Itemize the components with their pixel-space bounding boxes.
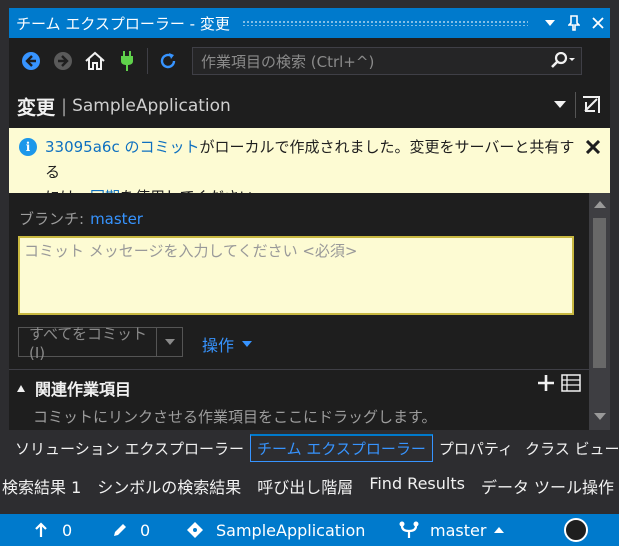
tab-class-view[interactable]: クラス ビュー [519, 434, 619, 462]
section-divider [9, 369, 589, 370]
commit-dropdown-button[interactable] [157, 327, 183, 357]
title-grip[interactable] [241, 20, 528, 26]
tab-call-hierarchy[interactable]: 呼び出し階層 [249, 474, 361, 498]
status-bar: 0 0 SampleApplication master [0, 514, 619, 546]
repo-label: SampleApplication [216, 520, 366, 540]
related-items-title: 関連作業項目 [35, 380, 132, 399]
query-list-icon[interactable] [561, 374, 581, 392]
home-icon [85, 51, 105, 70]
close-icon [585, 139, 601, 155]
scroll-down-icon[interactable] [594, 413, 606, 420]
undock-icon[interactable] [580, 94, 602, 116]
connect-button[interactable] [111, 45, 143, 77]
related-items-actions [537, 374, 581, 392]
unpushed-count: 0 [62, 520, 73, 540]
search-icon [551, 52, 575, 68]
chevron-up-icon [494, 527, 505, 533]
branch-row: ブランチ: master [19, 208, 143, 229]
pending-changes[interactable]: 0 [112, 514, 150, 546]
info-icon: i [19, 138, 37, 156]
commit-link[interactable]: 33095a6c のコミット [45, 138, 199, 156]
branch-label-status: master [430, 520, 487, 540]
branch-icon [399, 521, 419, 538]
actions-label: 操作 [202, 336, 235, 355]
title-separator: | [61, 95, 68, 117]
tab-properties[interactable]: プロパティ [433, 434, 519, 462]
unpushed-commits[interactable]: 0 [34, 514, 72, 546]
tab-search-results[interactable]: 検索結果 1 [0, 474, 89, 498]
window-title-bar: チーム エクスプローラー - 変更 [9, 8, 610, 38]
tab-solution-explorer[interactable]: ソリューション エクスプローラー [9, 434, 250, 462]
output-tabs-row: 検索結果 1 シンボルの検索結果 呼び出し階層 Find Results データ… [0, 474, 619, 498]
chevron-down-icon [242, 341, 253, 347]
add-icon[interactable] [537, 374, 555, 392]
window-menu-button[interactable] [538, 10, 562, 36]
dropdown-icon [545, 20, 555, 26]
notifications-button[interactable] [563, 514, 589, 546]
info-banner: i 33095a6c のコミットがローカルで作成されました。変更をサーバーと共有… [9, 128, 610, 206]
pencil-icon [114, 524, 126, 536]
related-items-description: コミットにリンクさせる作業項目をここにドラッグします。 [33, 408, 437, 426]
scroll-up-icon[interactable] [594, 201, 606, 208]
back-button[interactable] [15, 45, 47, 77]
toolbar: 作業項目の検索 (Ctrl+^) [9, 38, 610, 84]
window-title: チーム エクスプローラー - 変更 [16, 14, 230, 33]
branch-label: ブランチ: [19, 210, 85, 228]
dismiss-notice-button[interactable] [585, 136, 601, 161]
tool-window-tabs: ソリューション エクスプローラー チーム エクスプローラー プロパティ クラス … [0, 430, 619, 466]
arrow-up-icon [35, 522, 47, 537]
refresh-button[interactable] [152, 45, 184, 77]
output-tabs: 検索結果 1 シンボルの検索結果 呼び出し階層 Find Results データ… [0, 466, 619, 510]
close-icon [592, 17, 604, 29]
tab-team-explorer[interactable]: チーム エクスプローラー [250, 434, 433, 462]
search-box[interactable]: 作業項目の検索 (Ctrl+^) [192, 47, 582, 75]
page-menu-icon[interactable] [553, 101, 567, 109]
home-button[interactable] [79, 45, 111, 77]
commit-message-input[interactable]: コミット メッセージを入力してください <必須> [18, 236, 574, 315]
repo-name: SampleApplication [72, 96, 231, 116]
pin-icon [568, 15, 580, 31]
pending-count: 0 [140, 520, 151, 540]
git-icon [187, 522, 203, 538]
search-input[interactable]: 作業項目の検索 (Ctrl+^) [201, 51, 374, 72]
search-button[interactable] [545, 48, 581, 74]
refresh-icon [160, 53, 176, 69]
vertical-scrollbar[interactable] [589, 193, 610, 430]
branch-selector[interactable]: master [398, 514, 505, 546]
branch-link[interactable]: master [90, 210, 143, 228]
changes-panel: ブランチ: master コミット メッセージを入力してください <必須> すべて… [9, 193, 589, 430]
repository-selector[interactable]: SampleApplication [186, 514, 365, 546]
collapse-icon [17, 384, 25, 392]
page-header: 変更 | SampleApplication [9, 84, 610, 128]
close-window-button[interactable] [586, 10, 610, 36]
dropdown-icon [164, 339, 175, 345]
commit-all-button[interactable]: すべてをコミット(I) [18, 325, 157, 362]
scroll-thumb[interactable] [593, 218, 606, 368]
header-actions [553, 92, 602, 118]
header-separator [575, 92, 576, 118]
toolbar-separator [147, 48, 148, 74]
actions-menu[interactable]: 操作 [202, 332, 253, 356]
forward-button[interactable] [47, 45, 79, 77]
tab-symbol-results[interactable]: シンボルの検索結果 [89, 474, 249, 498]
pin-button[interactable] [562, 10, 586, 36]
back-arrow-icon [22, 52, 40, 70]
page-title: 変更 [17, 96, 56, 119]
related-items-header[interactable]: 関連作業項目 [17, 376, 131, 400]
commit-message-placeholder: コミット メッセージを入力してください <必須> [24, 242, 358, 260]
forward-arrow-icon [54, 52, 72, 70]
tab-find-results[interactable]: Find Results [361, 474, 473, 498]
plug-icon [121, 51, 133, 71]
notification-icon [564, 518, 588, 542]
tab-data-tools[interactable]: データ ツール操作 [473, 474, 619, 498]
